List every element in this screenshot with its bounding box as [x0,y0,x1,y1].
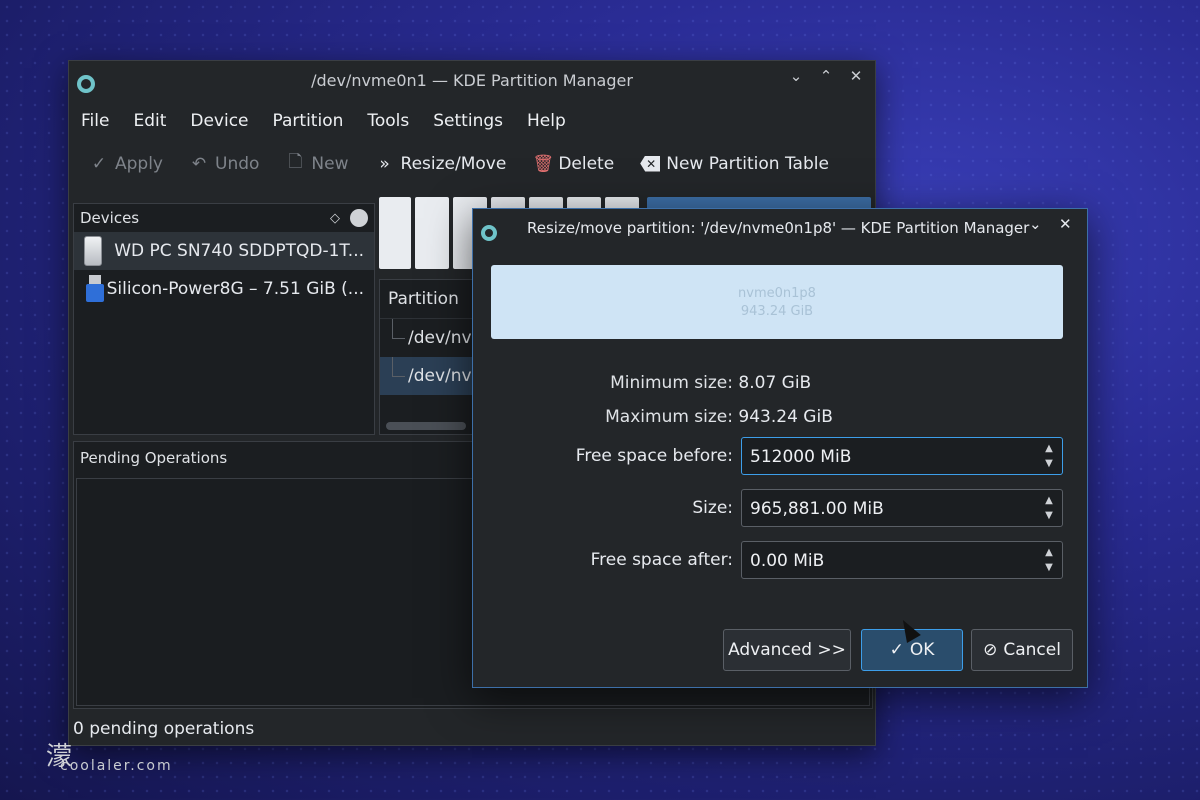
devices-panel-header: Devices ◇ ✕ [74,204,374,232]
cancel-button[interactable]: ⊘ Cancel [971,629,1073,671]
checkmark-icon: ✓ [889,640,904,660]
toolbar: ✓ Apply ↶ Undo 🗋 New » Resize/Move 🗑 Del… [69,137,875,190]
size-spinbox[interactable]: 965,881.00 MiB ▲ ▼ [741,489,1063,527]
apply-button[interactable]: ✓ Apply [89,154,163,174]
menu-tools[interactable]: Tools [367,111,409,131]
undo-icon: ↶ [191,153,207,174]
size-value: 965,881.00 MiB [750,499,884,519]
delete-button[interactable]: 🗑 Delete [532,154,614,174]
apply-label: Apply [115,153,163,174]
maximize-chevron-up-icon[interactable]: ⌃ [817,67,835,85]
watermark: 濛 coolaler.com [46,742,173,774]
checkmark-icon: ✓ [91,153,107,174]
menu-help[interactable]: Help [527,111,566,131]
watermark-text: coolaler.com [60,758,173,774]
float-panel-icon[interactable]: ◇ [330,211,340,226]
menu-file[interactable]: File [81,111,109,131]
status-bar: 0 pending operations [73,719,255,739]
spin-arrows-icon[interactable]: ▲ ▼ [1042,493,1056,523]
chevron-down-icon[interactable]: ⌄ [1029,215,1042,233]
free-space-after-spinbox[interactable]: 0.00 MiB ▲ ▼ [741,541,1063,579]
device-item[interactable]: WD PC SN740 SDDPTQD-1T... [74,232,374,270]
partition-block[interactable] [379,197,411,269]
cancel-icon: ⊘ [983,640,998,660]
minimum-size-row: Minimum size: 8.07 GiB [473,373,811,393]
resize-arrows-icon: » [379,153,390,174]
delete-label: Delete [558,153,615,174]
spin-arrows-icon[interactable]: ▲ ▼ [1042,545,1056,575]
free-space-before-spinbox[interactable]: 512000 MiB ▲ ▼ [741,437,1063,475]
advanced-button[interactable]: Advanced >> [723,629,851,671]
free-space-after-row: Free space after: 0.00 MiB ▲ ▼ [473,541,1087,581]
cancel-label: Cancel [1003,640,1061,660]
device-item[interactable]: Silicon-Power8G – 7.51 GiB (... [74,270,374,308]
partition-resizer-bar[interactable]: nvme0n1p8 943.24 GiB [491,265,1063,339]
menu-device[interactable]: Device [190,111,248,131]
clear-table-icon: ✕ [640,155,661,172]
maximum-size-row: Maximum size: 943.24 GiB [473,407,833,427]
close-icon[interactable]: ✕ [1059,215,1072,233]
close-panel-icon[interactable]: ✕ [350,209,368,227]
undo-label: Undo [215,153,260,174]
device-label: Silicon-Power8G – 7.51 GiB (... [106,279,364,299]
disk-icon [84,236,103,266]
resize-move-label: Resize/Move [400,153,507,174]
app-logo-icon [481,225,497,241]
watermark-logo-icon: 濛 [46,742,75,772]
usb-drive-icon [84,275,104,303]
partition-row[interactable]: /dev/nvme0n1p1 [380,319,553,357]
size-row: Size: 965,881.00 MiB ▲ ▼ [473,489,1087,529]
titlebar: /dev/nvme0n1 — KDE Partition Manager ⌄ ⌃… [69,61,875,103]
window-title: /dev/nvme0n1 — KDE Partition Manager [311,71,633,90]
menu-settings[interactable]: Settings [433,111,503,131]
new-partition-table-button[interactable]: ✕ New Partition Table [640,154,829,174]
dialog-title: Resize/move partition: '/dev/nvme0n1p8' … [527,219,1030,237]
resize-move-dialog: Resize/move partition: '/dev/nvme0n1p8' … [472,208,1088,688]
new-document-icon: 🗋 [288,152,303,172]
partition-name: nvme0n1p8 [738,286,816,301]
maximum-size-label: Maximum size: [605,407,733,427]
device-label: WD PC SN740 SDDPTQD-1T... [114,241,364,261]
undo-button[interactable]: ↶ Undo [189,153,260,174]
partition-table: Partition /dev/nvme0n1p1 /dev/nvme0n1p8 [379,279,553,435]
size-label: Size: [692,498,733,518]
window-controls: ⌄ ⌃ ✕ [787,67,865,85]
partition-row[interactable]: /dev/nvme0n1p8 [380,357,553,395]
new-partition-table-label: New Partition Table [666,153,829,174]
partition-column-header[interactable]: Partition [380,280,478,319]
menu-partition[interactable]: Partition [273,111,344,131]
close-icon[interactable]: ✕ [847,67,865,85]
ok-label: OK [909,640,935,660]
minimum-size-value: 8.07 GiB [738,373,812,393]
horizontal-scrollbar[interactable] [386,422,466,430]
menu-bar: File Edit Device Partition Tools Setting… [69,103,875,137]
resize-move-button[interactable]: » Resize/Move [375,153,507,174]
new-label: New [311,153,349,174]
partition-size: 943.24 GiB [740,304,814,319]
minimum-size-label: Minimum size: [610,373,733,393]
free-space-before-value: 512000 MiB [750,447,852,467]
free-space-after-value: 0.00 MiB [750,551,825,571]
free-space-before-row: Free space before: 512000 MiB ▲ ▼ [473,437,1087,477]
devices-panel: Devices ◇ ✕ WD PC SN740 SDDPTQD-1T... Si… [73,203,375,435]
free-space-before-label: Free space before: [575,446,733,466]
maximum-size-value: 943.24 GiB [738,407,833,427]
trash-icon: 🗑 [532,153,554,174]
minimize-chevron-down-icon[interactable]: ⌄ [787,67,805,85]
dialog-titlebar: Resize/move partition: '/dev/nvme0n1p8' … [473,209,1087,245]
partition-block[interactable] [415,197,449,269]
new-button[interactable]: 🗋 New [285,149,349,178]
free-space-after-label: Free space after: [590,550,733,570]
menu-edit[interactable]: Edit [133,111,166,131]
devices-panel-title: Devices [80,209,140,227]
advanced-label: Advanced >> [728,640,846,660]
spin-arrows-icon[interactable]: ▲ ▼ [1042,441,1056,471]
